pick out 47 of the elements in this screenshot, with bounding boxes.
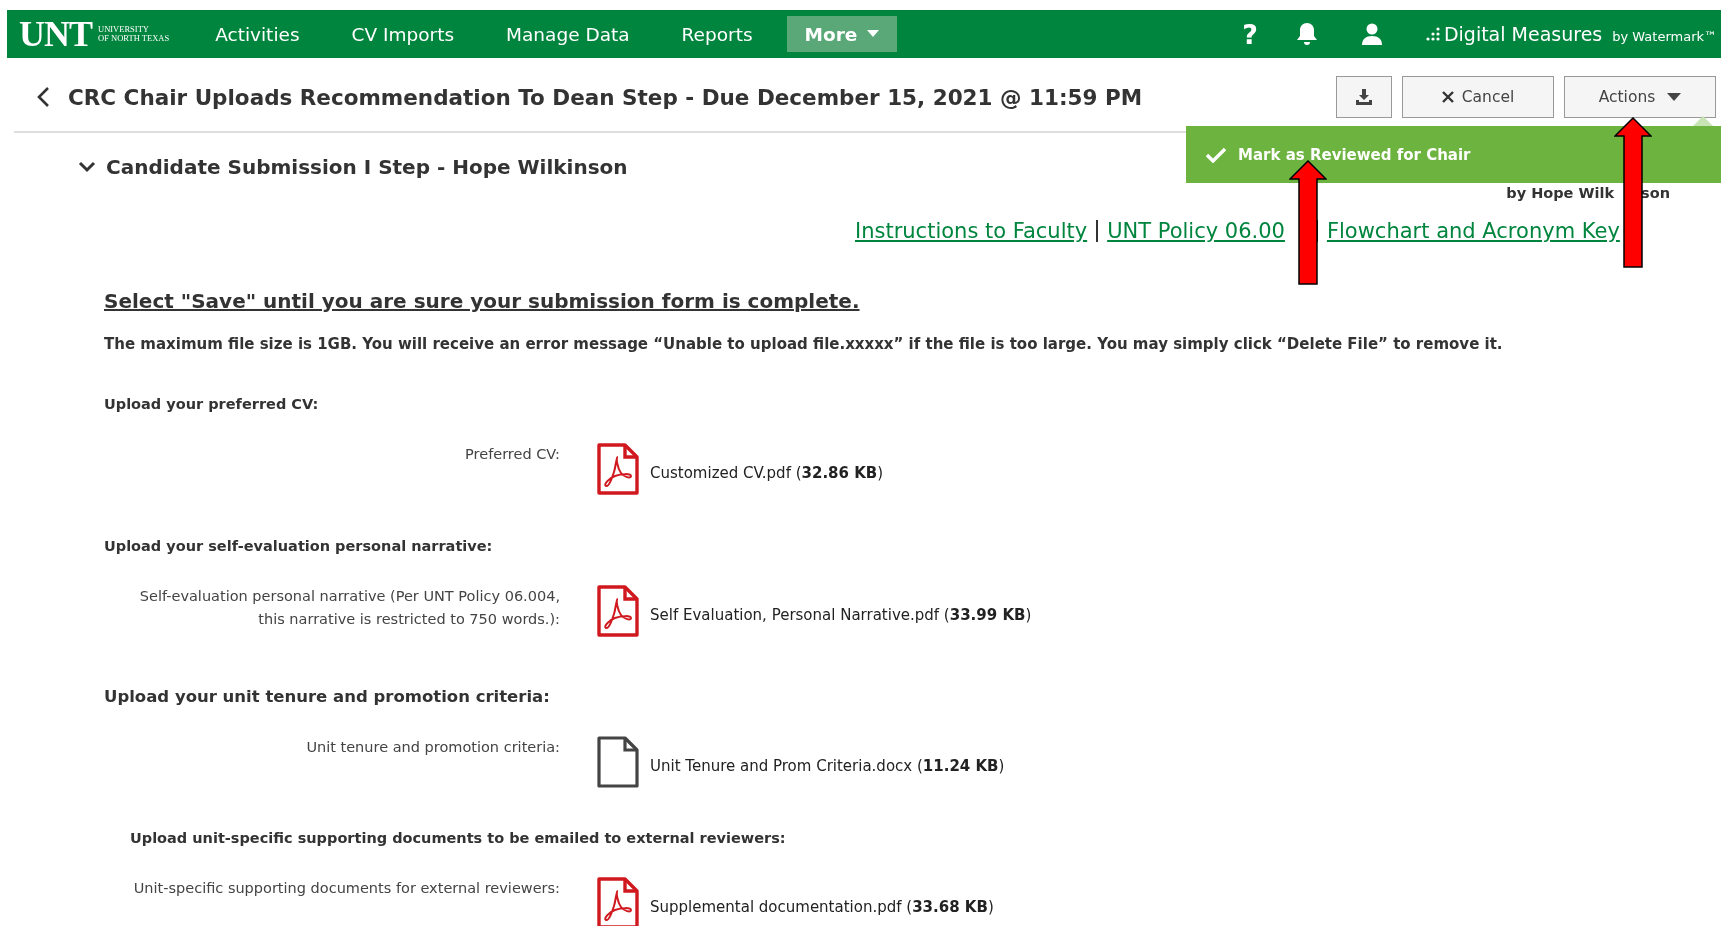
file-name[interactable]: Unit Tenure and Prom Criteria.docx (11.24 KB) xyxy=(650,757,1005,775)
nav-item[interactable]: More xyxy=(786,16,898,52)
field-label: Preferred CV: xyxy=(464,445,560,464)
help-button[interactable]: ? xyxy=(1238,18,1262,50)
collapse-toggle[interactable] xyxy=(78,161,96,173)
instruction-heading: Select "Save" until you are sure your submission form is complete. xyxy=(104,289,860,313)
file-icon[interactable] xyxy=(596,736,640,788)
nav-item[interactable]: Activities xyxy=(197,16,318,52)
instruction-note: The maximum file size is 1GB. You will receive an error message “Unable to upload file.xxxxx” if the file is too large. You may simply click “Delete File” to remove it. xyxy=(104,335,1504,353)
dots-icon xyxy=(1425,27,1442,41)
menu-pointer-icon xyxy=(1693,116,1713,126)
brand-name: Digital Measures xyxy=(1443,23,1603,45)
upload-heading: Upload unit-specific supporting documents to be emailed to external reviewers: xyxy=(130,830,786,846)
field-label: Unit-specific supporting documents for external reviewers: xyxy=(132,879,560,898)
actions-button[interactable]: Actions xyxy=(1564,76,1716,118)
nav-item[interactable]: CV Imports xyxy=(333,16,473,52)
bell-icon[interactable] xyxy=(1295,22,1318,46)
back-icon[interactable] xyxy=(36,86,50,108)
user-icon[interactable] xyxy=(1361,23,1382,45)
document-link[interactable]: Instructions to Faculty xyxy=(855,219,1088,243)
download-button[interactable] xyxy=(1336,76,1392,118)
pdf-file-icon[interactable] xyxy=(596,877,640,926)
field-label: Self-evaluation personal narrative (Per UNT Policy 06.004, this narrative is restricted to 750 words.): xyxy=(138,587,560,629)
nav-item[interactable]: Reports xyxy=(663,16,771,52)
section-title: Candidate Submission I Step - Hope Wilkinson xyxy=(106,155,628,179)
brand-byline: by Watermark™ xyxy=(1612,29,1717,44)
document-link[interactable]: Flowchart and Acronym Key xyxy=(1326,219,1620,243)
byline: by Hope Wilk xyxy=(1506,185,1615,201)
cancel-button[interactable]: Cancel xyxy=(1402,76,1554,118)
field-label: Unit tenure and promotion criteria: xyxy=(305,738,560,757)
upload-heading: Upload your unit tenure and promotion criteria: xyxy=(104,687,550,706)
file-name[interactable]: Self Evaluation, Personal Narrative.pdf (33.99 KB) xyxy=(650,606,1032,624)
chevron-icon xyxy=(78,161,96,173)
pdf-file-icon[interactable] xyxy=(596,585,640,637)
upload-heading: Upload your preferred CV: xyxy=(104,396,319,412)
page-title: CRC Chair Uploads Recommendation To Dean Step - Due December 15, 2021 @ 11:59 PM xyxy=(68,84,1143,110)
download-icon xyxy=(1356,89,1372,105)
close-icon xyxy=(1441,91,1454,103)
caret-icon xyxy=(867,30,880,38)
pdf-file-icon[interactable] xyxy=(596,443,640,495)
file-name[interactable]: Customized CV.pdf (32.86 KB) xyxy=(650,464,884,482)
document-link[interactable]: UNT Policy 06.00 xyxy=(1107,219,1285,243)
menu-item[interactable]: Mark as Reviewed for Chair xyxy=(1186,126,1491,183)
upload-heading: Upload your self-evaluation personal narrative: xyxy=(104,538,493,554)
nav-item[interactable]: Manage Data xyxy=(488,16,648,52)
file-name[interactable]: Supplemental documentation.pdf (33.68 KB) xyxy=(650,898,994,916)
caret-icon xyxy=(1667,92,1682,102)
